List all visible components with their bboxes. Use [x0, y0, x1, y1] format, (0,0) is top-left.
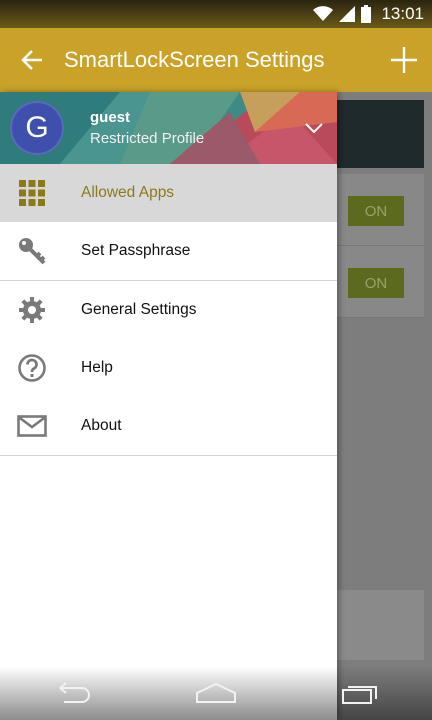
drawer-item-label: Help [81, 359, 113, 376]
key-icon [0, 222, 64, 280]
drawer-item-general-settings[interactable]: General Settings [0, 281, 337, 339]
toggle-1[interactable]: ON [348, 196, 404, 226]
drawer-item-about[interactable]: About [0, 397, 337, 455]
background-card-2 [324, 590, 424, 660]
nav-home-icon [196, 682, 236, 703]
arrow-back-icon [21, 50, 42, 70]
divider [0, 455, 337, 456]
status-icons: 13:01 [313, 3, 424, 25]
drawer-item-allowed-apps[interactable]: Allowed Apps [0, 164, 337, 222]
clock: 13:01 [381, 4, 424, 23]
battery-icon [361, 5, 372, 23]
system-navigation-bar [0, 666, 432, 720]
account-name: guest [90, 109, 131, 126]
signal-icon [339, 6, 356, 22]
chevron-down-icon [305, 123, 323, 133]
nav-back-button[interactable] [27, 666, 117, 720]
account-header: G guest Restricted Profile [0, 92, 337, 164]
drawer-item-label: Allowed Apps [81, 184, 175, 201]
drawer-item-label: About [81, 417, 122, 434]
drawer-item-set-passphrase[interactable]: Set Passphrase [0, 222, 337, 280]
nav-recents-button[interactable] [315, 666, 405, 720]
avatar[interactable]: G [10, 101, 64, 155]
app-title: SmartLockScreen Settings [64, 47, 325, 72]
grid-icon [0, 164, 64, 222]
drawer-item-help[interactable]: Help [0, 339, 337, 397]
plus-icon [391, 47, 417, 73]
background-card [324, 100, 424, 168]
help-icon [0, 339, 64, 397]
nav-home-button[interactable] [171, 666, 261, 720]
account-expand-button[interactable] [298, 114, 330, 142]
back-button[interactable] [0, 28, 64, 92]
background-row-1: ON [324, 174, 424, 246]
gear-icon [0, 281, 64, 339]
nav-recents-icon [342, 686, 377, 704]
mail-icon [0, 397, 64, 455]
account-profile: Restricted Profile [90, 130, 205, 147]
status-bar: 13:01 [0, 0, 432, 28]
drawer-item-label: Set Passphrase [81, 242, 191, 259]
toggle-2[interactable]: ON [348, 268, 404, 298]
wifi-icon [313, 6, 334, 21]
navigation-drawer: G guest Restricted Profile Allowed Apps [0, 92, 337, 720]
drawer-item-label: General Settings [81, 301, 197, 318]
nav-back-icon [59, 682, 90, 703]
add-button[interactable] [376, 28, 432, 92]
app-bar: SmartLockScreen Settings [0, 28, 432, 92]
background-row-2: ON [324, 246, 424, 318]
